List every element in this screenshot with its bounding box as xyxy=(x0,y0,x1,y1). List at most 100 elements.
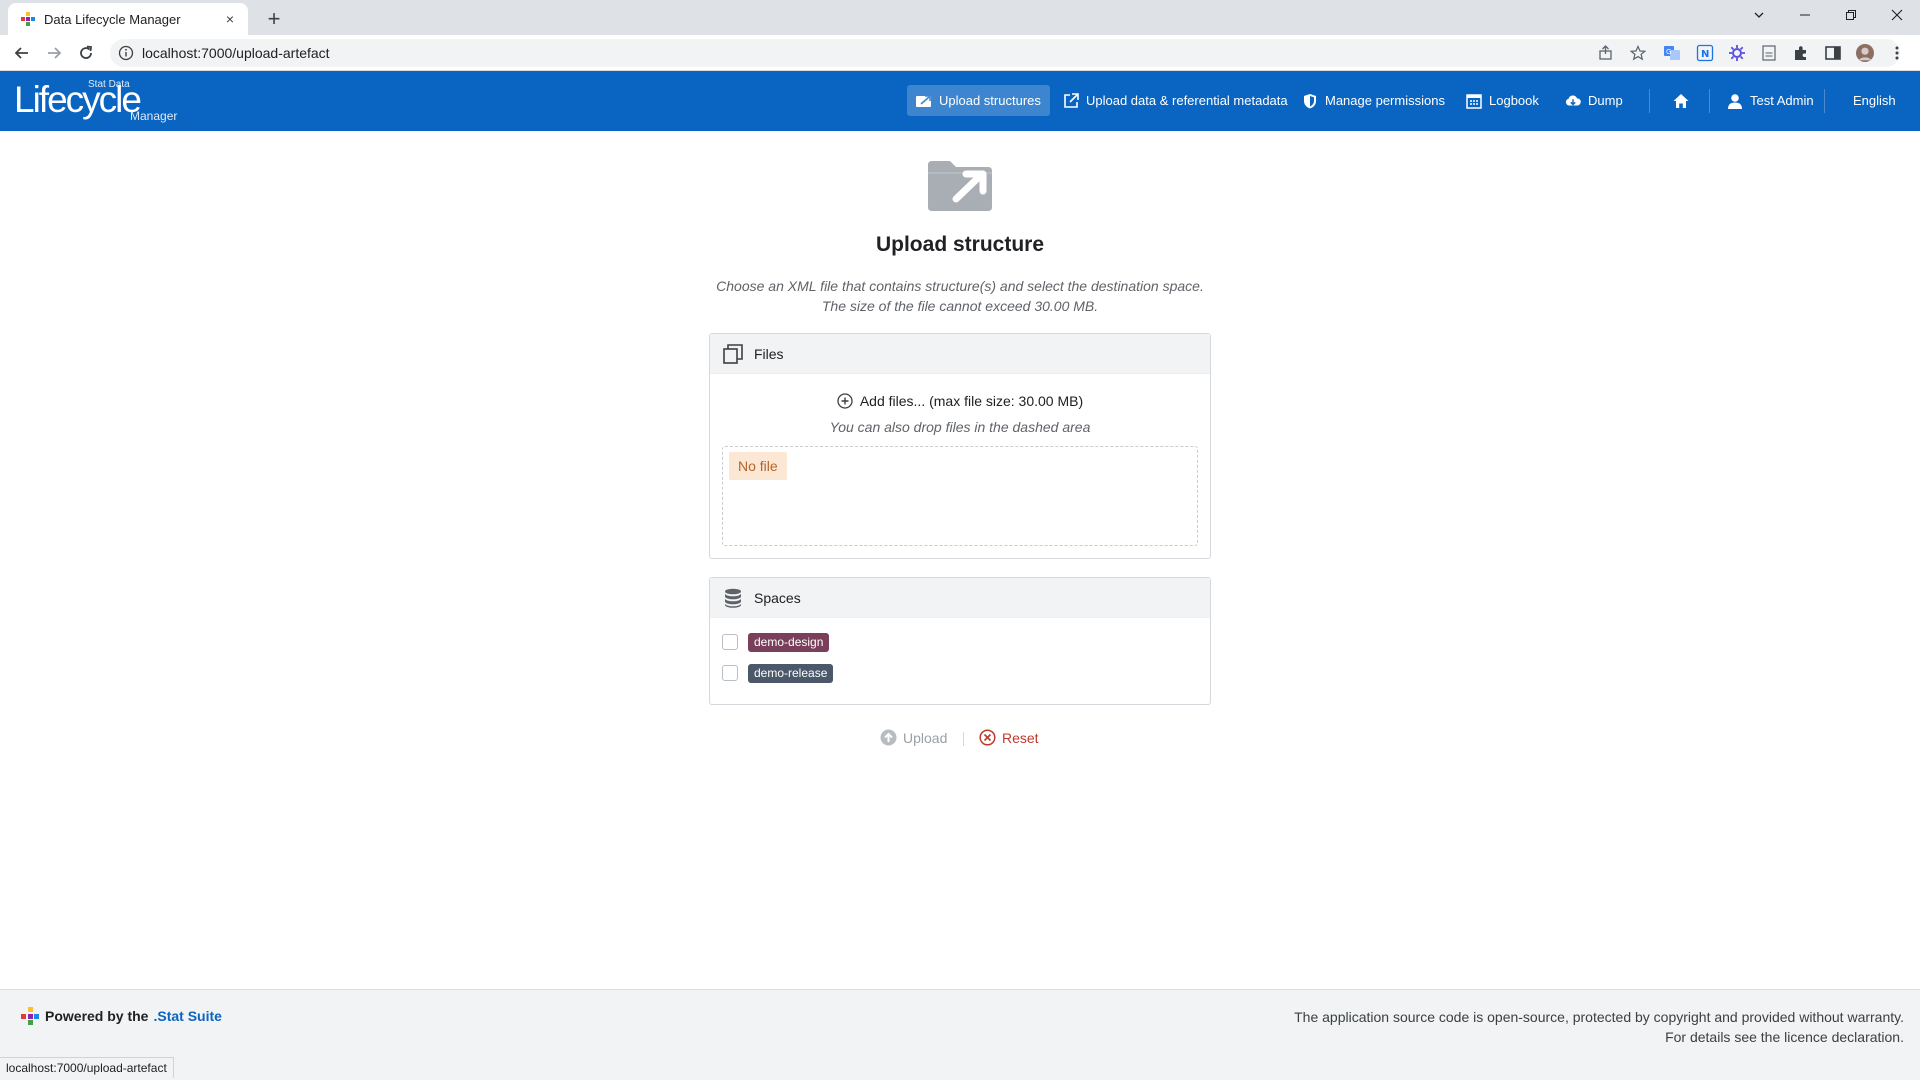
url-text[interactable]: localhost:7000/upload-artefact xyxy=(142,45,330,61)
translate-extension-icon[interactable]: G xyxy=(1663,44,1681,62)
copy-files-icon xyxy=(722,343,744,365)
space-item-demo-design[interactable]: demo-design xyxy=(722,632,830,652)
browser-tabstrip: Data Lifecycle Manager × + xyxy=(0,0,1920,35)
shield-icon xyxy=(1302,93,1318,109)
database-icon xyxy=(722,587,744,609)
spaces-panel-header: Spaces xyxy=(710,578,1210,618)
add-files-label: Add files... (max file size: 30.00 MB) xyxy=(859,393,1084,409)
n-extension-icon[interactable]: N xyxy=(1696,44,1714,62)
nav-divider xyxy=(1709,89,1710,113)
nav-label: Logbook xyxy=(1489,93,1539,108)
browser-status-bar: localhost:7000/upload-artefact xyxy=(0,1057,174,1078)
home-icon xyxy=(1673,93,1689,109)
drop-hint: You can also drop files in the dashed ar… xyxy=(829,419,1091,435)
page-description: Choose an XML file that contains structu… xyxy=(0,276,1920,316)
puzzle-extensions-icon[interactable] xyxy=(1792,44,1810,62)
files-panel-title: Files xyxy=(754,345,784,362)
nav-upload-structures[interactable]: Upload structures xyxy=(907,85,1050,116)
space-checkbox[interactable] xyxy=(722,665,738,681)
bookmark-star-icon[interactable] xyxy=(1628,43,1648,63)
upload-arrow-icon xyxy=(880,729,897,746)
logo-main-text: Lifecycle xyxy=(14,79,142,120)
new-tab-button[interactable]: + xyxy=(260,6,288,34)
browser-menu-icon[interactable] xyxy=(1888,44,1906,62)
address-bar[interactable]: localhost:7000/upload-artefact xyxy=(110,39,1900,67)
nav-dump[interactable]: Dump xyxy=(1556,85,1632,116)
logo-sub-text: Manager xyxy=(130,109,178,123)
calendar-grid-icon xyxy=(1466,93,1482,109)
nav-label: Manage permissions xyxy=(1325,93,1445,108)
plus-circle-icon xyxy=(837,393,853,409)
user-icon xyxy=(1727,93,1743,109)
upload-button[interactable]: Upload xyxy=(880,729,947,746)
powered-by-text: Powered by the xyxy=(45,1008,149,1024)
share-icon[interactable] xyxy=(1596,43,1616,63)
restore-icon[interactable] xyxy=(1828,0,1874,30)
gear-extension-icon[interactable] xyxy=(1728,44,1746,62)
forward-icon[interactable] xyxy=(40,39,68,67)
description-line-1: Choose an XML file that contains structu… xyxy=(716,278,1204,294)
stat-suite-link[interactable]: .Stat Suite xyxy=(153,1008,221,1024)
stat-suite-favicon-icon xyxy=(20,11,36,27)
cloud-download-icon xyxy=(1565,93,1581,109)
nav-label: Upload data & referential metadata xyxy=(1086,93,1288,108)
nav-user-menu[interactable]: Test Admin xyxy=(1718,85,1823,116)
profile-avatar[interactable] xyxy=(1856,44,1874,62)
reset-label: Reset xyxy=(1002,729,1039,746)
space-item-demo-release[interactable]: demo-release xyxy=(722,663,834,683)
licence-link[interactable]: For details see the licence declaration. xyxy=(1294,1027,1904,1047)
tab-title: Data Lifecycle Manager xyxy=(44,11,181,27)
reload-icon[interactable] xyxy=(72,39,100,67)
space-checkbox[interactable] xyxy=(722,634,738,650)
upload-label: Upload xyxy=(903,729,948,746)
page-title: Upload structure xyxy=(875,233,1045,256)
tab-close-icon[interactable]: × xyxy=(222,11,238,27)
add-files-button[interactable]: Add files... (max file size: 30.00 MB) xyxy=(710,393,1210,409)
files-panel-header: Files xyxy=(710,334,1210,374)
powered-by: Powered by the .Stat Suite xyxy=(20,1006,222,1026)
spaces-panel: Spaces demo-design demo-release xyxy=(709,577,1211,705)
svg-text:G: G xyxy=(1666,48,1671,56)
legal-line-1: The application source code is open-sour… xyxy=(1294,1009,1904,1025)
side-panel-icon[interactable] xyxy=(1824,44,1842,62)
reset-button[interactable]: Reset xyxy=(979,729,1039,746)
legal-notice: The application source code is open-sour… xyxy=(1294,1007,1904,1047)
space-tag[interactable]: demo-design xyxy=(748,632,830,652)
back-icon[interactable] xyxy=(8,39,36,67)
tab-search-icon[interactable] xyxy=(1736,0,1782,30)
folder-upload-icon xyxy=(926,159,994,213)
nav-label: English xyxy=(1853,93,1896,108)
nav-label: Dump xyxy=(1588,93,1623,108)
site-info-icon[interactable] xyxy=(118,45,134,61)
spaces-panel-title: Spaces xyxy=(754,589,801,606)
close-window-icon[interactable] xyxy=(1874,0,1920,30)
nav-manage-permissions[interactable]: Manage permissions xyxy=(1293,85,1454,116)
minimize-icon[interactable] xyxy=(1782,0,1828,30)
description-line-2: The size of the file cannot exceed 30.00… xyxy=(821,298,1099,314)
actions-divider xyxy=(963,732,964,746)
nav-home[interactable] xyxy=(1664,85,1698,116)
files-panel: Files Add files... (max file size: 30.00… xyxy=(709,333,1211,559)
nav-label: Test Admin xyxy=(1750,93,1814,108)
form-actions: Upload Reset xyxy=(0,729,1920,749)
nav-divider xyxy=(1649,89,1650,113)
document-extension-icon[interactable] xyxy=(1760,44,1778,62)
app-header: Stat Data Lifecycle Manager Upload struc… xyxy=(0,71,1920,131)
space-tag[interactable]: demo-release xyxy=(748,663,834,683)
nav-label: Upload structures xyxy=(939,93,1041,108)
nav-logbook[interactable]: Logbook xyxy=(1457,85,1548,116)
close-circle-icon xyxy=(979,729,996,746)
upload-structure-icon xyxy=(916,93,932,109)
browser-toolbar: localhost:7000/upload-artefact G N xyxy=(0,35,1920,71)
file-dropzone[interactable]: No file xyxy=(722,446,1198,546)
browser-tab[interactable]: Data Lifecycle Manager × xyxy=(8,3,248,35)
svg-text:N: N xyxy=(1701,49,1709,60)
nav-upload-data[interactable]: Upload data & referential metadata xyxy=(1054,85,1297,116)
no-file-badge: No file xyxy=(729,452,787,480)
nav-divider xyxy=(1824,89,1825,113)
language-selector[interactable]: English xyxy=(1844,85,1905,116)
stat-suite-logo-icon xyxy=(20,1006,40,1026)
external-upload-icon xyxy=(1063,92,1079,109)
app-footer: Powered by the .Stat Suite The applicati… xyxy=(0,989,1920,1080)
app-logo[interactable]: Stat Data Lifecycle Manager xyxy=(14,73,177,129)
